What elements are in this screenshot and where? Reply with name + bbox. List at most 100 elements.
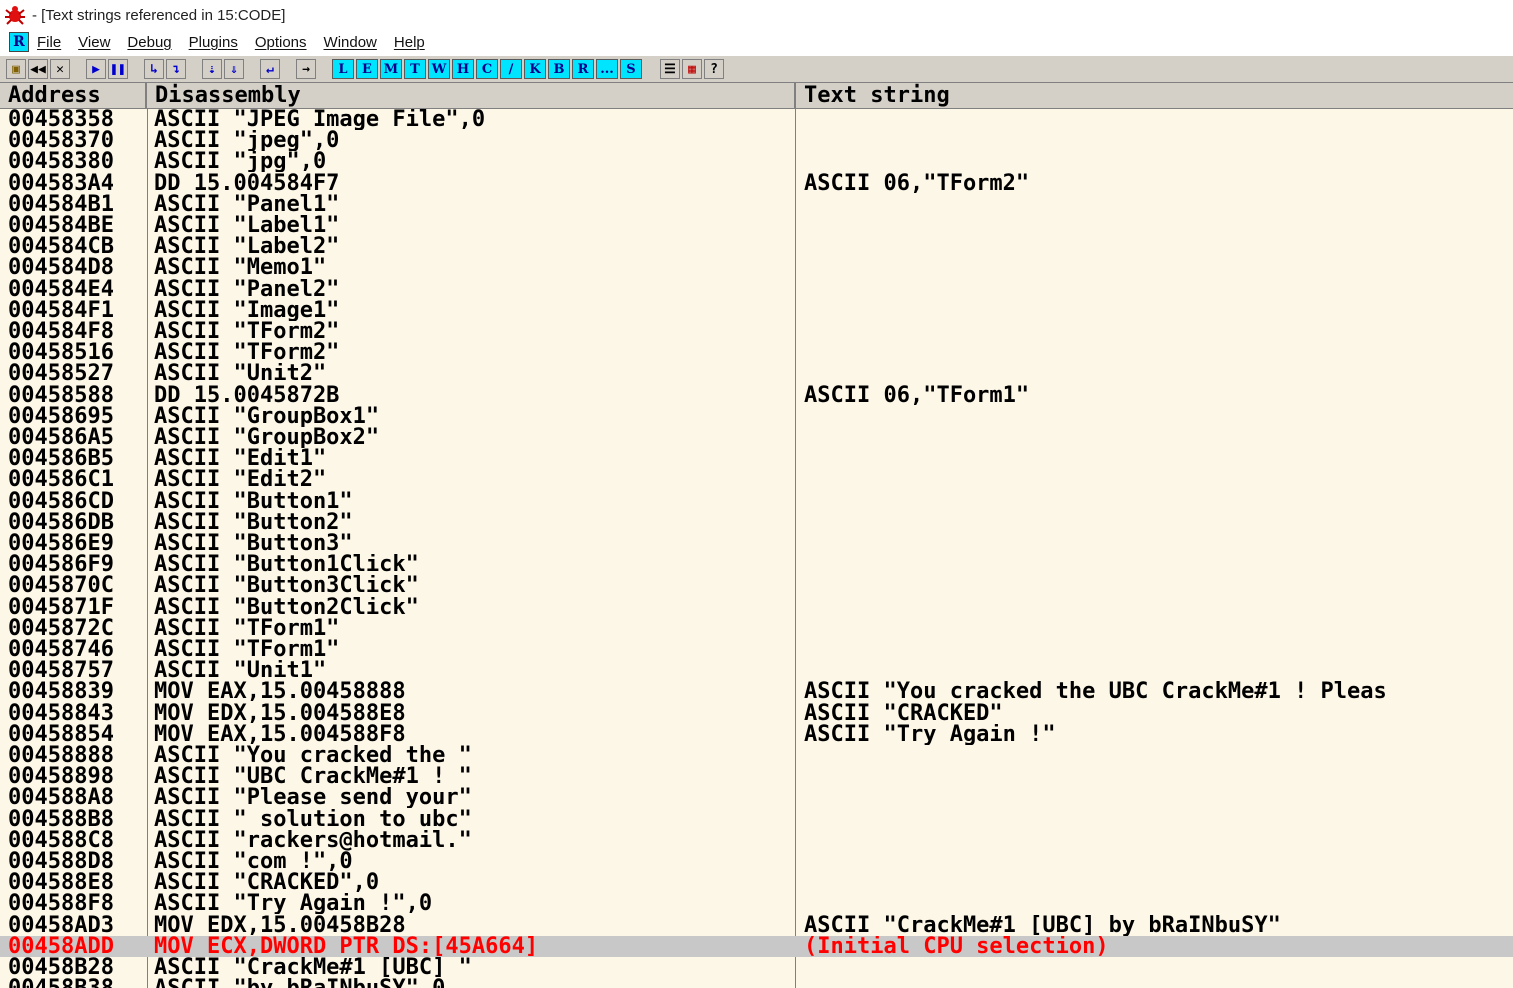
table-row[interactable]: 004586E9 ASCII "Button3" bbox=[0, 533, 1513, 554]
table-row[interactable]: 004586C1 ASCII "Edit2" bbox=[0, 469, 1513, 490]
table-row[interactable]: 004588F8 ASCII "Try Again !",0 bbox=[0, 893, 1513, 914]
toolbar-source-button[interactable]: S bbox=[620, 59, 642, 79]
toolbar: ▣ ◀◀ ✕ ▶ ❚❚ ↳ ↴ ⇣ ⇓ ↵ → L E M T W H C / … bbox=[0, 55, 1513, 83]
table-row[interactable]: 00458843 MOV EDX,15.004588E8 ASCII "CRACKE… bbox=[0, 703, 1513, 724]
table-row[interactable]: 00458358 ASCII "JPEG Image File",0 bbox=[0, 109, 1513, 130]
table-row-selected[interactable]: 00458ADD MOV ECX,DWORD PTR DS:[45A664] (In… bbox=[0, 935, 1513, 957]
open-folder-icon[interactable]: ▣ bbox=[6, 59, 26, 79]
row-text-string: ASCII 06,"TForm1" bbox=[804, 384, 1030, 406]
table-row[interactable]: 004586B5 ASCII "Edit1" bbox=[0, 448, 1513, 469]
table-row[interactable]: 00458516 ASCII "TForm2" bbox=[0, 342, 1513, 363]
toolbar-log-button[interactable]: L bbox=[332, 59, 354, 79]
toolbar-cpu-button[interactable]: C bbox=[476, 59, 498, 79]
table-row[interactable]: 004586F9 ASCII "Button1Click" bbox=[0, 554, 1513, 575]
table-row[interactable]: 004588A8 ASCII "Please send your" bbox=[0, 787, 1513, 808]
header-text-string[interactable]: Text string bbox=[796, 83, 1513, 108]
bug-app-icon bbox=[5, 6, 25, 25]
row-text-string: ASCII 06,"TForm2" bbox=[804, 172, 1030, 194]
menu-view[interactable]: View bbox=[78, 34, 110, 51]
menu-options[interactable]: Options bbox=[255, 34, 307, 51]
row-address: 004586B5 bbox=[8, 448, 114, 470]
row-address: 00458843 bbox=[8, 702, 114, 724]
toolbar-windows-button[interactable]: W bbox=[428, 59, 450, 79]
table-row[interactable]: 004586CD ASCII "Button1" bbox=[0, 491, 1513, 512]
play-icon[interactable]: ▶ bbox=[86, 59, 106, 79]
table-row[interactable]: 004586A5 ASCII "GroupBox2" bbox=[0, 427, 1513, 448]
toolbar-run-trace-button[interactable]: ... bbox=[596, 59, 618, 79]
table-row[interactable]: 00458B38 ASCII "by bRaINbuSY",0 bbox=[0, 978, 1513, 988]
table-row[interactable]: 00458757 ASCII "Unit1" bbox=[0, 660, 1513, 681]
table-row[interactable]: 00458AD3 MOV EDX,15.00458B28 ASCII "CrackM… bbox=[0, 915, 1513, 936]
row-disassembly: ASCII "Edit1" bbox=[154, 448, 327, 470]
toolbar-memory-button[interactable]: M bbox=[380, 59, 402, 79]
toolbar-references-button[interactable]: R bbox=[572, 59, 594, 79]
row-address: 004588B8 bbox=[8, 808, 114, 830]
row-text-string: (Initial CPU selection) bbox=[804, 935, 1109, 957]
table-row[interactable]: 00458B28 ASCII "CrackMe#1 [UBC] " bbox=[0, 957, 1513, 978]
table-row[interactable]: 004583A4 DD 15.004584F7 ASCII 06,"TForm2" bbox=[0, 173, 1513, 194]
table-row[interactable]: 0045870C ASCII "Button3Click" bbox=[0, 575, 1513, 596]
row-address: 004588A8 bbox=[8, 787, 114, 809]
table-row[interactable]: 004584F1 ASCII "Image1" bbox=[0, 300, 1513, 321]
close-icon[interactable]: ✕ bbox=[50, 59, 70, 79]
row-disassembly: ASCII "Button2" bbox=[154, 511, 353, 533]
table-row[interactable]: 0045871F ASCII "Button2Click" bbox=[0, 597, 1513, 618]
row-address: 004586DB bbox=[8, 511, 114, 533]
table-row[interactable]: 00458898 ASCII "UBC CrackMe#1 ! " bbox=[0, 766, 1513, 787]
row-address: 00458695 bbox=[8, 405, 114, 427]
goto-icon[interactable]: → bbox=[296, 59, 316, 79]
toolbar-executables-button[interactable]: E bbox=[356, 59, 378, 79]
pause-icon[interactable]: ❚❚ bbox=[108, 59, 128, 79]
row-disassembly: ASCII "TForm2" bbox=[154, 321, 340, 342]
toolbar-threads-button[interactable]: T bbox=[404, 59, 426, 79]
trace-into-icon[interactable]: ⇣ bbox=[202, 59, 222, 79]
table-row[interactable]: 00458746 ASCII "TForm1" bbox=[0, 639, 1513, 660]
table-row[interactable]: 004584BE ASCII "Label1" bbox=[0, 215, 1513, 236]
row-address: 004586E9 bbox=[8, 533, 114, 554]
table-row[interactable]: 004588D8 ASCII "com !",0 bbox=[0, 851, 1513, 872]
list-icon[interactable]: ☰ bbox=[660, 59, 680, 79]
table-row[interactable]: 004588C8 ASCII "rackers@hotmail." bbox=[0, 830, 1513, 851]
table-row[interactable]: 004584E4 ASCII "Panel2" bbox=[0, 279, 1513, 300]
menu-help[interactable]: Help bbox=[394, 34, 425, 51]
toolbar-callstack-button[interactable]: K bbox=[524, 59, 546, 79]
rewind-icon[interactable]: ◀◀ bbox=[28, 59, 48, 79]
row-address: 00458854 bbox=[8, 723, 114, 745]
header-disassembly[interactable]: Disassembly bbox=[147, 83, 796, 108]
step-over-icon[interactable]: ↴ bbox=[166, 59, 186, 79]
header-address[interactable]: Address bbox=[0, 83, 147, 108]
table-row[interactable]: 00458380 ASCII "jpg",0 bbox=[0, 151, 1513, 172]
menu-debug[interactable]: Debug bbox=[127, 34, 171, 51]
toolbar-handles-button[interactable]: H bbox=[452, 59, 474, 79]
table-row[interactable]: 00458854 MOV EAX,15.004588F8 ASCII "Try Ag… bbox=[0, 724, 1513, 745]
toolbar-patches-button[interactable]: / bbox=[500, 59, 522, 79]
references-list[interactable]: 00458358 ASCII "JPEG Image File",0 0045837… bbox=[0, 109, 1513, 988]
trace-over-icon[interactable]: ⇓ bbox=[224, 59, 244, 79]
table-row[interactable]: 004586DB ASCII "Button2" bbox=[0, 512, 1513, 533]
help-icon[interactable]: ? bbox=[704, 59, 724, 79]
window-title: - [Text strings referenced in 15:CODE] bbox=[32, 6, 286, 24]
row-disassembly: ASCII "TForm2" bbox=[154, 342, 340, 364]
table-row[interactable]: 004584D8 ASCII "Memo1" bbox=[0, 257, 1513, 278]
table-row[interactable]: 00458695 ASCII "GroupBox1" bbox=[0, 406, 1513, 427]
table-row[interactable]: 004584F8 ASCII "TForm2" bbox=[0, 321, 1513, 342]
table-row[interactable]: 004584CB ASCII "Label2" bbox=[0, 236, 1513, 257]
table-row[interactable]: 00458527 ASCII "Unit2" bbox=[0, 363, 1513, 384]
table-row[interactable]: 004584B1 ASCII "Panel1" bbox=[0, 194, 1513, 215]
table-row[interactable]: 00458888 ASCII "You cracked the " bbox=[0, 745, 1513, 766]
toolbar-breakpoints-button[interactable]: B bbox=[548, 59, 570, 79]
restore-window-icon[interactable]: R bbox=[9, 32, 29, 52]
execute-till-return-icon[interactable]: ↵ bbox=[260, 59, 280, 79]
table-row[interactable]: 00458370 ASCII "jpeg",0 bbox=[0, 130, 1513, 151]
table-row[interactable]: 004588B8 ASCII " solution to ubc" bbox=[0, 809, 1513, 830]
menu-plugins[interactable]: Plugins bbox=[189, 34, 238, 51]
menu-window[interactable]: Window bbox=[324, 34, 377, 51]
table-row[interactable]: 00458588 DD 15.0045872B ASCII 06,"TForm1" bbox=[0, 385, 1513, 406]
table-row[interactable]: 00458839 MOV EAX,15.00458888 ASCII "You cr… bbox=[0, 681, 1513, 702]
appearance-grid-icon[interactable]: ▦ bbox=[682, 59, 702, 79]
step-into-icon[interactable]: ↳ bbox=[144, 59, 164, 79]
table-row[interactable]: 0045872C ASCII "TForm1" bbox=[0, 618, 1513, 639]
table-row[interactable]: 004588E8 ASCII "CRACKED",0 bbox=[0, 872, 1513, 893]
row-address: 004583A4 bbox=[8, 172, 114, 194]
menu-file[interactable]: File bbox=[37, 34, 61, 51]
